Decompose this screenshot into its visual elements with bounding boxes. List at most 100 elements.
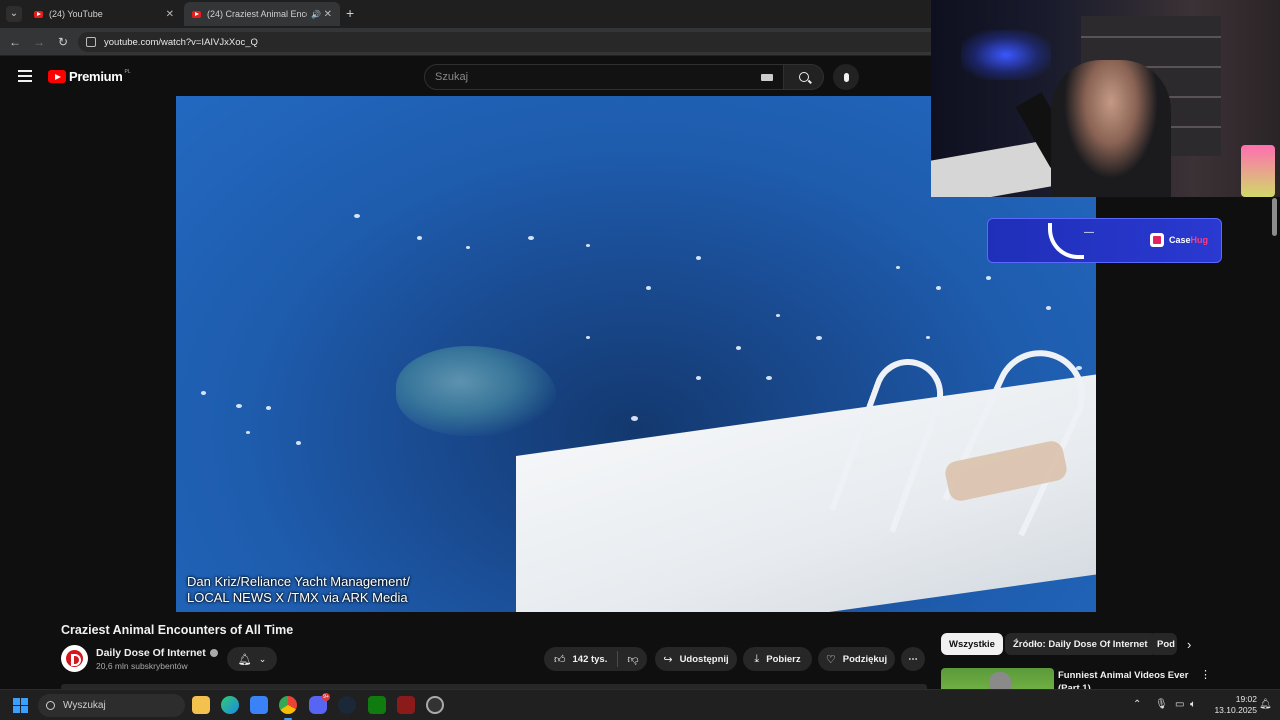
chip-source-channel[interactable]: Źródło: Daily Dose Of Internet bbox=[1005, 633, 1156, 655]
subscription-bell-button[interactable]: 🔔︎ ⌄ bbox=[227, 647, 277, 671]
channel-avatar[interactable] bbox=[61, 645, 88, 672]
file-explorer-icon[interactable] bbox=[192, 696, 210, 714]
search-placeholder: Szukaj bbox=[435, 71, 469, 83]
game-app-icon[interactable] bbox=[397, 696, 415, 714]
tab-title: (24) Craziest Animal Encoun bbox=[207, 9, 307, 19]
search-input[interactable]: Szukaj bbox=[424, 64, 784, 90]
chips-next-arrow-icon[interactable]: › bbox=[1187, 637, 1191, 652]
recommended-video-thumbnail[interactable] bbox=[941, 668, 1054, 689]
search-icon bbox=[46, 701, 55, 710]
channel-name[interactable]: Daily Dose Of Internet bbox=[96, 647, 218, 659]
verified-badge-icon bbox=[209, 649, 218, 657]
more-actions-button[interactable]: ⋯ bbox=[901, 647, 925, 671]
tab-search-menu-button[interactable]: ⌄ bbox=[6, 6, 22, 22]
water-sparkle bbox=[696, 376, 701, 380]
streamer-figure bbox=[1051, 60, 1171, 197]
shark-fin-icon bbox=[1048, 223, 1084, 259]
video-credit-caption: Dan Kriz/Reliance Yacht Management/ LOCA… bbox=[187, 574, 410, 606]
url-text: youtube.com/watch?v=IAIVJxXoc_Q bbox=[104, 36, 258, 48]
search-button[interactable] bbox=[784, 64, 824, 90]
microphone-icon bbox=[843, 72, 849, 82]
chevron-down-icon: ⌄ bbox=[258, 653, 267, 664]
water-sparkle bbox=[736, 346, 741, 350]
water-sparkle bbox=[266, 406, 271, 410]
tray-chevron-up-icon[interactable]: ⌃ bbox=[1133, 699, 1141, 710]
microsoft-store-icon[interactable] bbox=[250, 696, 268, 714]
tray-network-icon[interactable]: ▭ bbox=[1175, 699, 1184, 710]
clock-time: 19:02 bbox=[1235, 694, 1257, 704]
recommended-more-icon[interactable]: ⋮ bbox=[1200, 668, 1211, 681]
site-info-icon[interactable] bbox=[86, 37, 96, 47]
discord-icon[interactable]: 9+ bbox=[309, 693, 330, 714]
new-tab-button[interactable]: + bbox=[346, 5, 354, 21]
discord-notification-badge: 9+ bbox=[322, 693, 330, 701]
water-sparkle bbox=[528, 236, 534, 241]
address-bar[interactable]: youtube.com/watch?v=IAIVJxXoc_Q bbox=[78, 32, 1008, 52]
casehug-sponsor-banner: — Case Hug bbox=[987, 218, 1222, 263]
taskbar-clock[interactable]: 19:02 13.10.2025 bbox=[1203, 694, 1257, 716]
windows-start-icon[interactable] bbox=[13, 698, 28, 713]
water-sparkle bbox=[776, 314, 780, 317]
like-count: 142 tys. bbox=[572, 653, 608, 665]
reload-icon[interactable]: ↻ bbox=[55, 34, 71, 50]
voice-search-button[interactable] bbox=[833, 64, 859, 90]
thumbs-down-icon: 👎︎ bbox=[627, 653, 639, 666]
tab-close-icon[interactable]: ✕ bbox=[324, 9, 332, 20]
dislike-button[interactable]: 👎︎ bbox=[627, 653, 638, 666]
download-button[interactable]: ⤓ Pobierz bbox=[743, 647, 812, 671]
clock-date: 13.10.2025 bbox=[1214, 705, 1257, 715]
youtube-favicon-icon bbox=[34, 10, 43, 18]
share-icon: ↪ bbox=[663, 653, 673, 666]
forward-arrow-icon[interactable]: → bbox=[31, 34, 47, 50]
share-button[interactable]: ↪ Udostępnij bbox=[655, 647, 737, 671]
water-sparkle bbox=[586, 244, 590, 247]
water-sparkle bbox=[766, 376, 772, 381]
obs-studio-icon[interactable] bbox=[426, 696, 444, 714]
hamburger-menu-icon[interactable] bbox=[18, 70, 32, 82]
water-sparkle bbox=[936, 286, 941, 290]
youtube-favicon-icon bbox=[192, 10, 201, 18]
water-sparkle bbox=[417, 236, 422, 240]
water-sparkle bbox=[1046, 306, 1051, 310]
download-label: Pobierz bbox=[766, 653, 801, 665]
tray-volume-icon[interactable]: 🔈︎ bbox=[1190, 699, 1196, 710]
water-sparkle bbox=[354, 214, 360, 219]
caption-line: Dan Kriz/Reliance Yacht Management/ bbox=[187, 574, 410, 589]
youtube-premium-logo[interactable]: Premium PL bbox=[48, 69, 131, 84]
brand-part: Hug bbox=[1190, 235, 1209, 245]
tray-microphone-icon[interactable]: 🎙︎ bbox=[1155, 699, 1168, 710]
search-icon bbox=[798, 72, 809, 82]
steam-icon[interactable] bbox=[338, 696, 356, 714]
speaker-icon[interactable]: 🔊 bbox=[311, 10, 321, 19]
chip-related[interactable]: Pod bbox=[1149, 633, 1177, 655]
water-sparkle bbox=[816, 336, 822, 341]
page-scrollbar-thumb[interactable] bbox=[1272, 198, 1277, 236]
tab-current-video[interactable]: (24) Craziest Animal Encoun 🔊 ✕ bbox=[184, 2, 340, 26]
water-sparkle bbox=[986, 276, 991, 280]
casehug-mark-icon bbox=[1150, 233, 1164, 247]
thanks-button[interactable]: ♡ Podziękuj bbox=[818, 647, 895, 671]
xbox-icon[interactable] bbox=[368, 696, 386, 714]
chip-all[interactable]: Wszystkie bbox=[941, 633, 1003, 655]
water-sparkle bbox=[646, 286, 651, 290]
thumbs-up-icon: 👍︎ bbox=[554, 653, 566, 666]
chrome-browser-icon[interactable] bbox=[279, 696, 297, 720]
water-sparkle bbox=[896, 266, 900, 269]
water-sparkle bbox=[586, 336, 590, 339]
water-sparkle bbox=[631, 416, 638, 421]
like-button[interactable]: 👍︎ 142 tys. bbox=[554, 653, 607, 666]
subscriber-count: 20,6 mln subskrybentów bbox=[96, 661, 188, 671]
edge-browser-icon[interactable] bbox=[221, 696, 239, 714]
heart-money-icon: ♡ bbox=[825, 653, 836, 666]
notification-bell-icon[interactable]: 🔔︎ bbox=[1259, 699, 1272, 710]
youtube-play-icon bbox=[48, 70, 66, 83]
logo-country-code: PL bbox=[124, 68, 131, 75]
download-icon: ⤓ bbox=[754, 652, 760, 665]
taskbar-search-input[interactable]: Wyszukaj bbox=[38, 694, 185, 717]
tab-youtube-home[interactable]: (24) YouTube ✕ bbox=[26, 4, 182, 24]
back-arrow-icon[interactable]: ← bbox=[7, 34, 23, 50]
tab-close-icon[interactable]: ✕ bbox=[166, 9, 174, 20]
channel-name-text: Daily Dose Of Internet bbox=[96, 647, 206, 659]
share-label: Udostępnij bbox=[679, 653, 729, 665]
keyboard-icon[interactable] bbox=[761, 74, 773, 81]
